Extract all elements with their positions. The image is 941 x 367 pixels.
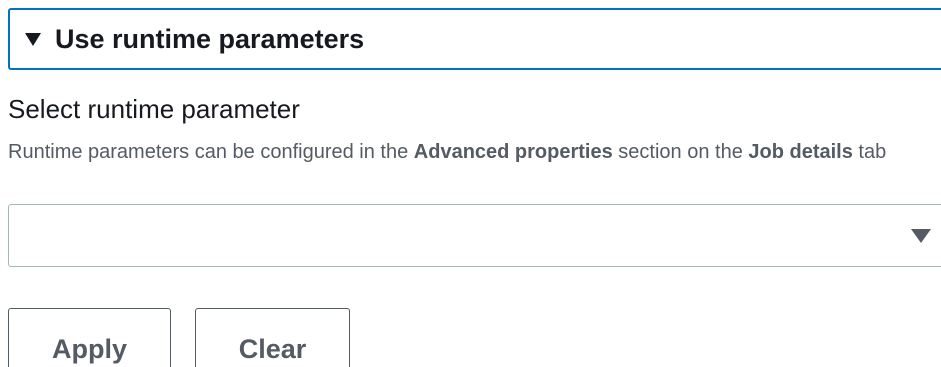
runtime-parameters-panel: Use runtime parameters Select runtime pa… bbox=[0, 0, 941, 367]
advanced-properties-text: Advanced properties bbox=[413, 141, 613, 163]
caret-down-icon bbox=[911, 229, 931, 243]
job-details-text: Job details bbox=[748, 141, 853, 163]
clear-button[interactable]: Clear bbox=[195, 308, 350, 367]
select-runtime-parameter-label: Select runtime parameter bbox=[8, 94, 300, 124]
description-suffix: tab bbox=[852, 141, 887, 163]
expander-label: Use runtime parameters bbox=[55, 23, 365, 54]
description-prefix: Runtime parameters can be configured in … bbox=[8, 141, 414, 163]
use-runtime-parameters-expander[interactable]: Use runtime parameters bbox=[8, 8, 941, 70]
runtime-parameter-select[interactable] bbox=[8, 204, 941, 267]
caret-down-icon bbox=[25, 32, 41, 46]
apply-button[interactable]: Apply bbox=[8, 308, 171, 367]
description-middle: section on the bbox=[612, 141, 749, 163]
field-description: Runtime parameters can be configured in … bbox=[8, 136, 941, 168]
